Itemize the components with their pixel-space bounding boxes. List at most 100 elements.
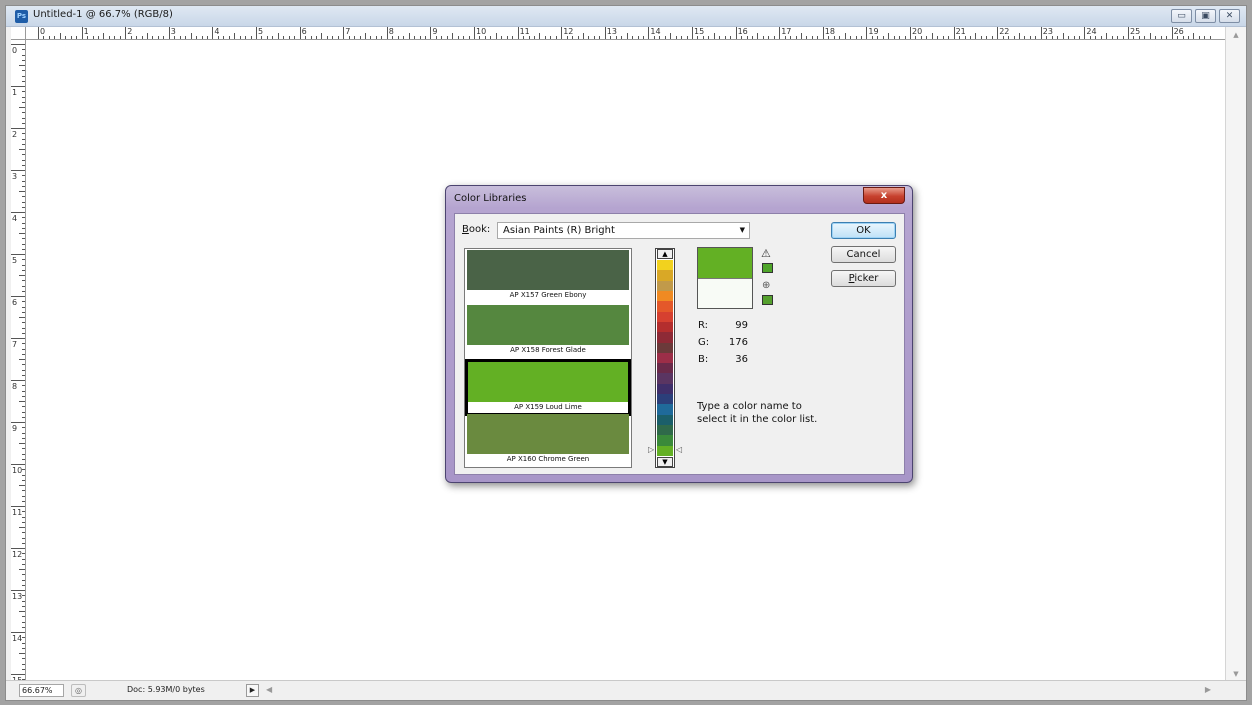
vertical-ruler[interactable]: 0 1 2 3 4 5 6 7 8 9 10 11 12 13 14 15 xyxy=(11,40,26,682)
color-slider[interactable]: ▲ ▼ xyxy=(655,248,675,468)
ruler-tick xyxy=(11,128,25,129)
ruler-tick xyxy=(686,36,688,39)
ruler-tick xyxy=(980,36,982,39)
hint-line-1: Type a color name to xyxy=(697,401,802,412)
ruler-tick xyxy=(1008,36,1010,39)
close-button[interactable]: ✕ xyxy=(1219,9,1240,23)
ruler-tick xyxy=(1019,33,1020,39)
ruler-tick xyxy=(1117,36,1119,39)
ruler-tick xyxy=(844,33,846,39)
ruler-tick xyxy=(22,521,25,523)
scroll-up-icon[interactable]: ▲ xyxy=(1226,31,1246,39)
ruler-tick xyxy=(1209,36,1211,39)
spectrum-segment xyxy=(657,342,673,353)
current-color-swatch[interactable] xyxy=(698,278,752,308)
ruler-h-label: 6 xyxy=(301,27,307,36)
ruler-tick xyxy=(806,36,808,39)
title-bar[interactable]: Ps Untitled-1 @ 66.7% (RGB/8) ▭ ▣ ✕ xyxy=(6,6,1246,27)
ruler-tick xyxy=(1128,27,1129,39)
ruler-tick xyxy=(708,36,710,39)
ruler-tick xyxy=(22,668,25,670)
ruler-h-label: 3 xyxy=(170,27,176,36)
spectrum-segment xyxy=(657,260,673,271)
ruler-tick xyxy=(22,285,25,287)
swatch-list[interactable]: AP X157 Green Ebony AP X158 Forest Glade A… xyxy=(464,248,632,468)
ruler-h-label: 7 xyxy=(345,27,351,36)
spectrum-segment xyxy=(657,383,673,395)
color-spectrum-strip[interactable] xyxy=(657,260,673,456)
web-safe-swatch[interactable] xyxy=(762,295,773,305)
dialog-close-button[interactable]: x xyxy=(863,187,905,204)
camera-icon[interactable]: ◎ xyxy=(71,684,86,697)
ruler-tick xyxy=(22,411,25,413)
spectrum-segment xyxy=(657,404,673,415)
gamut-correction-swatch[interactable] xyxy=(762,263,773,273)
ruler-tick xyxy=(22,80,25,82)
ruler-v-label: 8 xyxy=(12,382,18,391)
ruler-tick xyxy=(163,36,165,39)
scroll-down-icon[interactable]: ▼ xyxy=(1226,670,1246,678)
vertical-scrollbar[interactable]: ▲ ▼ xyxy=(1225,27,1246,682)
ruler-tick xyxy=(54,36,56,39)
g-value: 176 xyxy=(728,337,748,348)
ruler-tick xyxy=(22,558,25,560)
ruler-origin[interactable] xyxy=(11,27,26,40)
slider-down-icon[interactable]: ▼ xyxy=(657,457,673,467)
horizontal-ruler[interactable]: 0 1 2 3 4 5 6 7 8 9 10 11 12 13 14 15 16 17 18 19 20 21 22 23 24… xyxy=(26,27,1226,40)
slider-up-icon[interactable]: ▲ xyxy=(657,249,673,259)
out-of-gamut-warning-icon[interactable]: ⚠ xyxy=(761,247,771,260)
ruler-h-label: 14 xyxy=(650,27,661,36)
ruler-h-label: 10 xyxy=(476,27,487,36)
ruler-tick xyxy=(228,36,230,39)
doc-size-info: Doc: 5.93M/0 bytes xyxy=(127,685,205,694)
ruler-tick xyxy=(397,36,399,39)
status-menu-arrow-icon[interactable]: ▶ xyxy=(246,684,259,697)
slider-left-marker-icon[interactable]: ▷ xyxy=(648,445,654,454)
ruler-tick xyxy=(555,36,557,39)
ruler-tick xyxy=(495,33,497,39)
web-safe-warning-icon[interactable]: ⊕ xyxy=(762,280,770,291)
book-dropdown[interactable]: Asian Paints (R) Bright ▼ xyxy=(497,222,750,239)
ruler-tick xyxy=(435,36,437,39)
scroll-right-icon[interactable]: ▶ xyxy=(1205,685,1211,694)
ruler-tick xyxy=(22,75,25,77)
rgb-r-row: R: 99 xyxy=(698,320,748,331)
ruler-tick xyxy=(48,36,50,39)
slider-right-marker-icon[interactable]: ◁ xyxy=(676,445,682,454)
ruler-tick xyxy=(626,33,628,39)
ruler-tick xyxy=(354,36,356,39)
picker-button[interactable]: Picker xyxy=(831,270,896,287)
ruler-tick xyxy=(604,27,606,39)
ok-button[interactable]: OK xyxy=(831,222,896,239)
ruler-h-label: 17 xyxy=(781,27,792,36)
ruler-tick xyxy=(713,33,715,39)
ruler-h-label: 13 xyxy=(606,27,617,36)
ruler-tick xyxy=(22,159,25,161)
ruler-tick xyxy=(179,36,181,39)
maximize-button[interactable]: ▣ xyxy=(1195,9,1216,23)
ruler-h-label: 26 xyxy=(1173,27,1184,36)
ruler-tick xyxy=(1040,27,1042,39)
ruler-tick xyxy=(19,191,25,192)
swatch-item[interactable]: AP X159 Loud Lime xyxy=(465,359,631,416)
ruler-tick xyxy=(22,490,25,492)
ruler-tick xyxy=(299,27,301,39)
cancel-button[interactable]: Cancel xyxy=(831,246,896,263)
zoom-level-field[interactable]: 66.67% xyxy=(19,684,64,697)
ruler-tick xyxy=(1155,36,1157,39)
minimize-button[interactable]: ▭ xyxy=(1171,9,1192,23)
swatch-item[interactable]: AP X160 Chrome Green xyxy=(467,413,629,465)
ruler-tick xyxy=(931,33,933,39)
ruler-tick xyxy=(11,296,25,297)
ruler-tick xyxy=(904,36,906,39)
swatch-item[interactable]: AP X158 Forest Glade xyxy=(467,304,629,356)
ruler-tick xyxy=(70,36,72,39)
ruler-tick xyxy=(1204,36,1206,39)
ruler-tick xyxy=(11,338,25,339)
ruler-tick xyxy=(22,201,25,203)
ruler-tick xyxy=(22,479,25,481)
ruler-tick xyxy=(22,269,25,271)
ruler-h-label: 20 xyxy=(912,27,923,36)
scroll-left-icon[interactable]: ◀ xyxy=(266,685,272,694)
swatch-item[interactable]: AP X157 Green Ebony xyxy=(467,250,629,301)
